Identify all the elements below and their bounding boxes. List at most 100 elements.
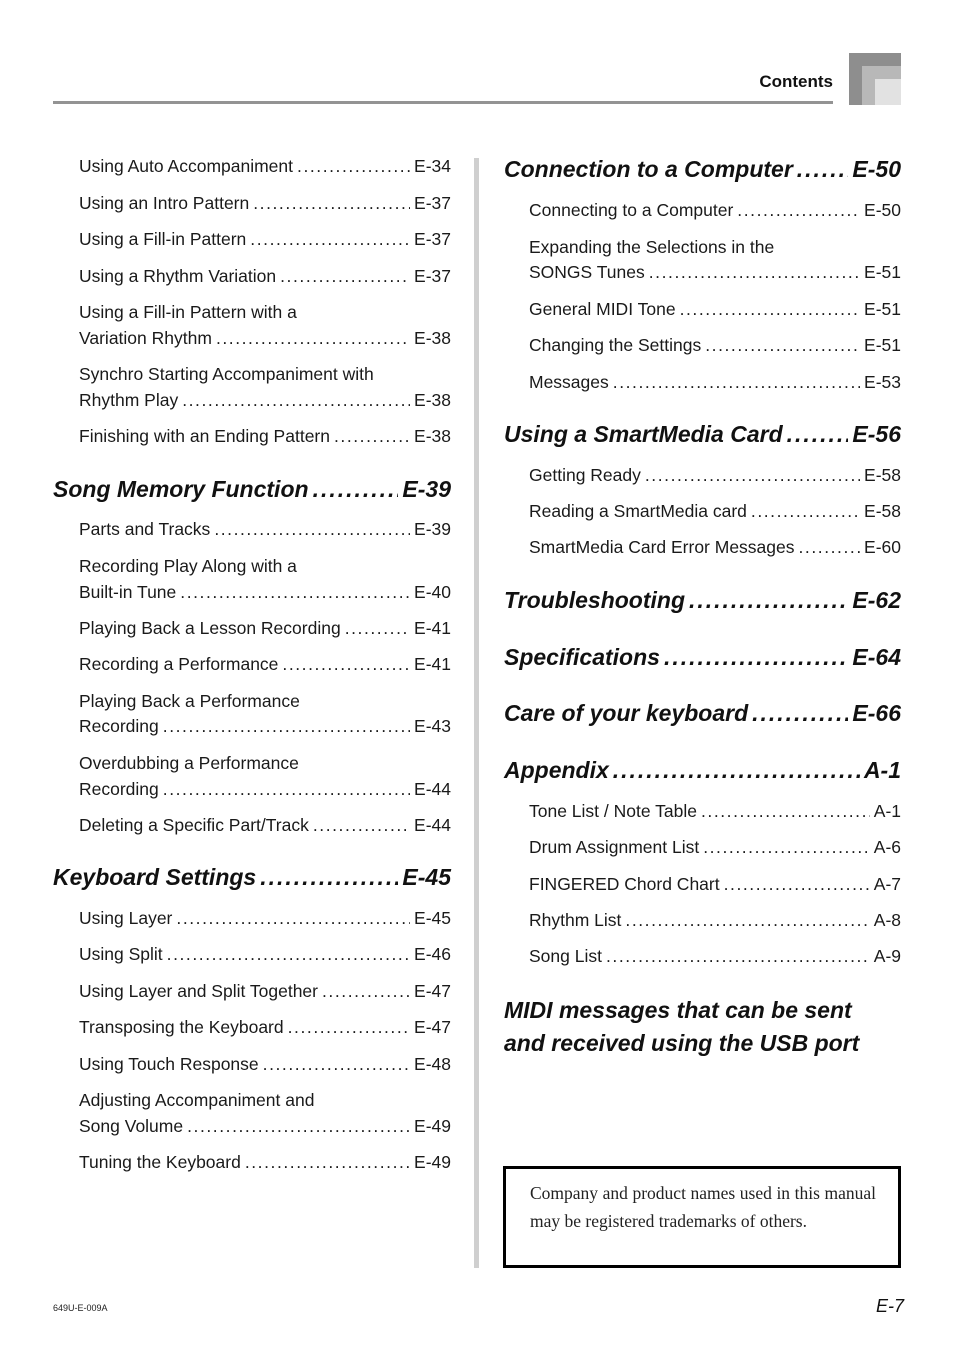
entry-title-line1: Recording Play Along with a (79, 556, 297, 576)
toc-entry[interactable]: Recording E-44 (79, 779, 451, 800)
toc-entry[interactable]: Getting Ready E-58 (529, 465, 901, 486)
entry-page: A-8 (873, 910, 901, 930)
entry-page: E-41 (414, 618, 451, 638)
toc-entry[interactable]: Recording a Performance E-41 (79, 654, 451, 675)
toc-entry[interactable]: General MIDI Tone E-51 (529, 299, 901, 320)
toc-section-appendix[interactable]: Appendix A-1 (504, 757, 901, 784)
toc-section-song-memory[interactable]: Song Memory Function E-39 (53, 476, 451, 503)
dot-leader (345, 618, 410, 639)
toc-entry[interactable]: Deleting a Specific Part/Track E-44 (79, 815, 451, 836)
dot-leader (313, 476, 399, 503)
toc-entry[interactable]: Song List A-9 (529, 946, 901, 967)
entry-page: E-48 (414, 1054, 451, 1074)
entry-title: SmartMedia Card Error Messages (529, 537, 795, 557)
dot-leader (288, 1017, 410, 1038)
entry-title: Rhythm Play (79, 390, 179, 410)
entry-title: Using a Rhythm Variation (79, 266, 277, 286)
toc-entry[interactable]: Finishing with an Ending Pattern E-38 (79, 426, 451, 447)
entry-page: E-47 (414, 1017, 451, 1037)
entry-title: General MIDI Tone (529, 299, 676, 319)
toc-entry[interactable]: FINGERED Chord Chart A-7 (529, 874, 901, 895)
dot-leader (724, 874, 870, 895)
toc-entry[interactable]: Using Touch Response E-48 (79, 1054, 451, 1075)
entry-title: SONGS Tunes (529, 262, 645, 282)
dot-leader (282, 654, 410, 675)
dot-leader (705, 335, 860, 356)
dot-leader (313, 815, 410, 836)
entry-title: Changing the Settings (529, 335, 702, 355)
toc-entry[interactable]: Messages E-53 (529, 372, 901, 393)
toc-entry[interactable]: Recording E-43 (79, 716, 451, 737)
dot-leader (701, 801, 870, 822)
entry-title-line1: Using a Fill-in Pattern with a (79, 302, 297, 322)
toc-entry[interactable]: Variation Rhythm E-38 (79, 328, 451, 349)
document-code: 649U-E-009A (53, 1303, 108, 1313)
page-number: E-7 (875, 1296, 904, 1316)
section-title: Troubleshooting (504, 587, 686, 613)
entry-title: Recording (79, 779, 159, 799)
toc-section-specifications[interactable]: Specifications E-64 (504, 644, 901, 671)
entry-page: E-34 (414, 156, 451, 176)
entry-title: Tone List / Note Table (529, 801, 697, 821)
toc-entry[interactable]: Built-in Tune E-40 (79, 582, 451, 603)
entry-page: E-37 (414, 229, 451, 249)
toc-section-connection[interactable]: Connection to a Computer E-50 (504, 156, 901, 183)
dot-leader (689, 587, 848, 614)
entry-page: E-44 (414, 779, 451, 799)
toc-entry[interactable]: Connecting to a Computer E-50 (529, 200, 901, 221)
dot-leader (322, 981, 410, 1002)
entry-title-line1: Synchro Starting Accompaniment with (79, 364, 374, 384)
entry-title-line1: Playing Back a Performance (79, 691, 300, 711)
dot-leader (187, 1116, 410, 1137)
dot-leader (703, 837, 870, 858)
section-title: Appendix (504, 757, 609, 783)
toc-entry[interactable]: Song Volume E-49 (79, 1116, 451, 1137)
entry-page: E-37 (414, 266, 451, 286)
entry-title: Drum Assignment List (529, 837, 700, 857)
toc-entry[interactable]: Using Layer E-45 (79, 908, 451, 929)
toc-entry[interactable]: Using Layer and Split Together E-47 (79, 981, 451, 1002)
dot-leader (163, 779, 410, 800)
toc-entry[interactable]: SmartMedia Card Error Messages E-60 (529, 537, 901, 558)
toc-entry[interactable]: Using Auto Accompaniment E-34 (79, 156, 451, 177)
toc-section-troubleshooting[interactable]: Troubleshooting E-62 (504, 587, 901, 614)
toc-entry[interactable]: Playing Back a Lesson Recording E-41 (79, 618, 451, 639)
toc-entry[interactable]: SONGS Tunes E-51 (529, 262, 901, 283)
toc-entry[interactable]: Parts and Tracks E-39 (79, 519, 451, 540)
toc-entry[interactable]: Rhythm List A-8 (529, 910, 901, 931)
toc-entry[interactable]: Drum Assignment List A-6 (529, 837, 901, 858)
section-page: E-50 (852, 156, 901, 182)
entry-title-line1: Expanding the Selections in the (529, 237, 775, 257)
entry-page: E-47 (414, 981, 451, 1001)
toc-entry[interactable]: Reading a SmartMedia card E-58 (529, 501, 901, 522)
dot-leader (253, 193, 410, 214)
toc-section-keyboard-settings[interactable]: Keyboard Settings E-45 (53, 864, 451, 891)
entry-title: Using Layer and Split Together (79, 981, 318, 1001)
dot-leader (182, 390, 410, 411)
dot-leader (787, 421, 849, 448)
toc-entry[interactable]: Changing the Settings E-51 (529, 335, 901, 356)
toc-section-smartmedia[interactable]: Using a SmartMedia Card E-56 (504, 421, 901, 448)
section-title: Specifications (504, 644, 660, 670)
entry-page: E-43 (414, 716, 451, 736)
toc-entry[interactable]: Transposing the Keyboard E-47 (79, 1017, 451, 1038)
entry-title: Getting Ready (529, 465, 641, 485)
section-page: E-64 (852, 644, 901, 670)
toc-section-care[interactable]: Care of your keyboard E-66 (504, 700, 901, 727)
entry-title: Using a Fill-in Pattern (79, 229, 247, 249)
toc-section-midi-messages[interactable]: MIDI messages that can be sent and recei… (504, 994, 859, 1060)
toc-entry[interactable]: Rhythm Play E-38 (79, 390, 451, 411)
toc-entry[interactable]: Using a Rhythm Variation E-37 (79, 266, 451, 287)
entry-page: E-51 (864, 262, 901, 282)
entry-title: Playing Back a Lesson Recording (79, 618, 341, 638)
toc-entry[interactable]: Tone List / Note Table A-1 (529, 801, 901, 822)
dot-leader (625, 910, 869, 931)
toc-entry[interactable]: Tuning the Keyboard E-49 (79, 1152, 451, 1173)
toc-entry[interactable]: Using a Fill-in Pattern E-37 (79, 229, 451, 250)
dot-leader (263, 1054, 410, 1075)
toc-entry[interactable]: Using an Intro Pattern E-37 (79, 193, 451, 214)
entry-page: E-53 (864, 372, 901, 392)
entry-page: E-51 (864, 299, 901, 319)
toc-entry[interactable]: Using Split E-46 (79, 944, 451, 965)
section-title: Connection to a Computer (504, 156, 793, 182)
